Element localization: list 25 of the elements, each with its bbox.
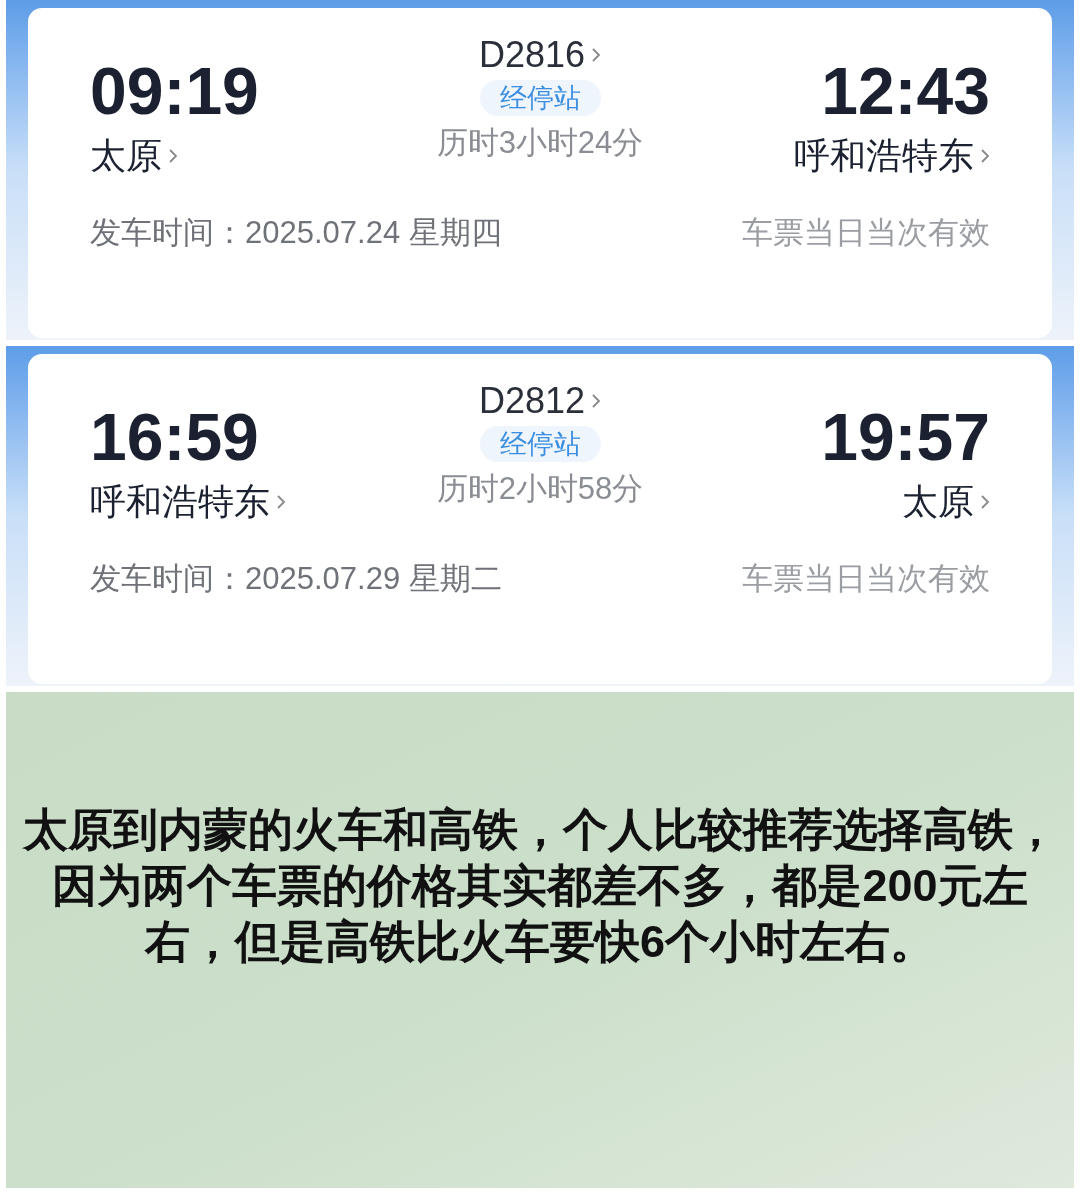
arrival-station[interactable]: 太原 bbox=[902, 480, 990, 524]
departure-station[interactable]: 太原 bbox=[90, 134, 178, 178]
departure-time: 16:59 bbox=[90, 402, 260, 472]
validity-note: 车票当日当次有效 bbox=[742, 560, 990, 598]
chevron-icon bbox=[591, 392, 602, 410]
arrival-station[interactable]: 呼和浩特东 bbox=[794, 134, 990, 178]
chevron-icon bbox=[168, 147, 178, 165]
arrival-time: 19:57 bbox=[821, 402, 990, 472]
arrival-time: 12:43 bbox=[821, 56, 990, 126]
chevron-icon bbox=[276, 493, 286, 511]
chevron-icon bbox=[591, 46, 602, 64]
departure-date-label: 发车时间： bbox=[90, 560, 245, 598]
duration-text: 历时2小时58分 bbox=[436, 470, 644, 508]
departure-date-label: 发车时间： bbox=[90, 214, 245, 252]
departure-time: 09:19 bbox=[90, 56, 260, 126]
departure-station[interactable]: 呼和浩特东 bbox=[90, 480, 286, 524]
caption-text: 太原到内蒙的火车和高铁，个人比较推荐选择高铁，因为两个车票的价格其实都差不多，都是200元左右，但是高铁比火车要快6个小时左右。 bbox=[21, 803, 1059, 969]
departure-date: 2025.07.24 星期四 bbox=[245, 214, 502, 252]
departure-date: 2025.07.29 星期二 bbox=[245, 560, 502, 598]
train-number[interactable]: D2812 bbox=[478, 378, 602, 424]
chevron-icon bbox=[980, 493, 990, 511]
chevron-icon bbox=[980, 147, 990, 165]
validity-note: 车票当日当次有效 bbox=[742, 214, 990, 252]
train-number[interactable]: D2816 bbox=[478, 32, 602, 78]
duration-text: 历时3小时24分 bbox=[436, 124, 644, 162]
